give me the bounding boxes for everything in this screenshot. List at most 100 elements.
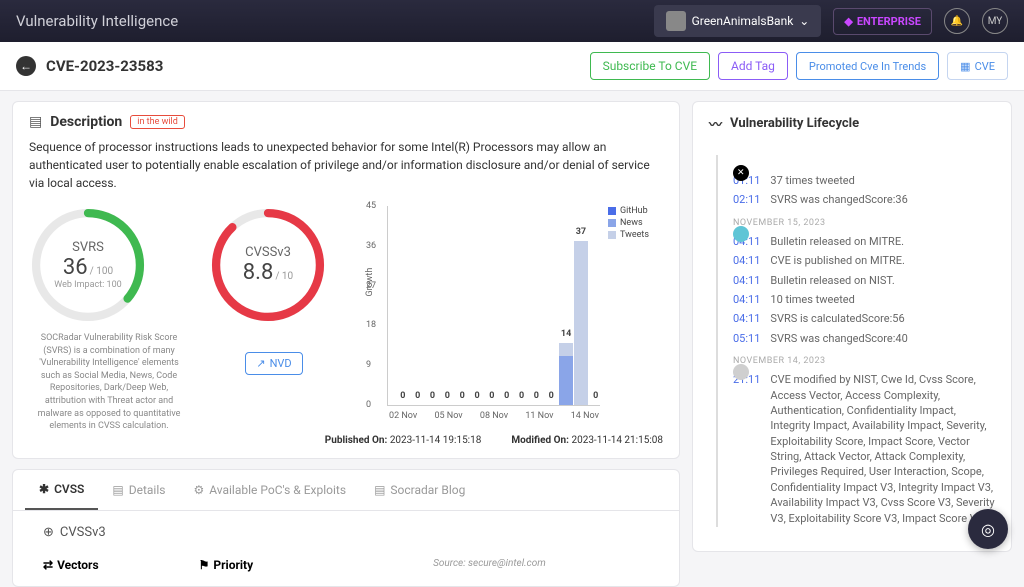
nvd-label: NVD xyxy=(270,357,292,370)
svrs-label: SVRS xyxy=(72,240,104,255)
tab-label: CVSS xyxy=(54,482,84,496)
chart-ytick: 36 xyxy=(366,241,376,251)
in-the-wild-badge: in the wild xyxy=(130,115,185,129)
tab-label: Socradar Blog xyxy=(390,483,465,497)
tab-cvss[interactable]: ✱CVSS xyxy=(25,470,98,510)
chart-bar-value: 0 xyxy=(445,391,450,401)
tab-content-cvss: ⊕ CVSSv3 ⇄ Vectors ⚑ Priority Source: se… xyxy=(13,511,679,586)
chart-bar-value: 0 xyxy=(593,391,598,401)
user-initials: MY xyxy=(988,16,1003,27)
cve-button-label: CVE xyxy=(975,60,995,73)
main: ▤ Description in the wild Sequence of pr… xyxy=(0,91,1024,562)
cve-button[interactable]: ▦ CVE xyxy=(947,52,1008,80)
timeline-time: 04:11 xyxy=(733,292,760,307)
promoted-button[interactable]: Promoted Cve In Trends xyxy=(796,52,939,80)
chart-xtick: 05 Nov xyxy=(434,411,462,421)
dates-row: Published On: 2023-11-14 19:15:18 Modifi… xyxy=(29,435,663,446)
chart-bar-value: 37 xyxy=(576,227,586,237)
chart-bar-value: 0 xyxy=(400,391,405,401)
chart-ytick: 9 xyxy=(366,360,371,370)
modified-date: 2023-11-14 21:15:08 xyxy=(571,435,663,446)
right-column: 〰 Vulnerability Lifecycle ✕01:1137 times… xyxy=(692,101,1012,552)
chart-bar-value: 0 xyxy=(504,391,509,401)
timeline-time: 04:11 xyxy=(733,273,760,288)
published-date: 2023-11-14 19:15:18 xyxy=(390,435,482,446)
org-name: GreenAnimalsBank xyxy=(692,14,794,28)
chart-bar-value: 14 xyxy=(561,329,571,339)
cvss-gauge: CVSSv3 8.8/ 10 xyxy=(209,206,327,324)
table-icon: ▦ xyxy=(960,60,970,73)
chart-bar: 14 xyxy=(559,343,573,405)
timeline-entry: 02:11SVRS was changedScore:36 xyxy=(733,192,995,207)
svrs-gauge: SVRS 36/ 100 Web Impact: 100 xyxy=(29,206,147,324)
timeline-text: SVRS was changedScore:40 xyxy=(770,331,907,346)
description-body: SVRS 36/ 100 Web Impact: 100 SOCRadar Vu… xyxy=(29,206,663,433)
timeline-text: 37 times tweeted xyxy=(770,173,854,188)
timeline-entry: 21:11CVE modified by NIST, Cwe Id, Cvss … xyxy=(733,372,995,527)
cve-id-title: CVE-2023-23583 xyxy=(46,57,163,75)
tabs-row: ✱CVSS ▤ Details ⚙Available PoC's & Exploits… xyxy=(13,470,679,511)
left-column: ▤ Description in the wild Sequence of pr… xyxy=(12,101,680,552)
document-icon: ▤ xyxy=(29,114,42,130)
timeline-time: 02:11 xyxy=(733,192,760,207)
topbar: Vulnerability Intelligence GreenAnimalsB… xyxy=(0,0,1024,42)
page-header: ← CVE-2023-23583 Subscribe To CVE Add Ta… xyxy=(0,42,1024,91)
svrs-value: 36 xyxy=(63,255,88,280)
enterprise-button[interactable]: ◆ ENTERPRISE xyxy=(833,8,932,35)
timeline-time: 21:11 xyxy=(733,372,760,527)
tab-icon: ▤ xyxy=(112,483,123,497)
chart-xtick: 08 Nov xyxy=(480,411,508,421)
timeline-text: SVRS is calculatedScore:56 xyxy=(770,311,904,326)
chart-ytick: 45 xyxy=(366,201,376,211)
cvss-max: / 10 xyxy=(275,271,293,282)
org-selector[interactable]: GreenAnimalsBank ⌄ xyxy=(654,5,822,37)
cvss-value: 8.8 xyxy=(243,260,274,285)
svrs-description: SOCRadar Vulnerability Risk Score (SVRS)… xyxy=(29,332,189,433)
description-header: ▤ Description in the wild xyxy=(29,114,663,130)
timeline-entry: 01:1137 times tweeted xyxy=(733,173,995,188)
legend-item: News xyxy=(608,218,663,228)
description-text: Sequence of processor instructions leads… xyxy=(29,138,663,192)
notifications-button[interactable]: 🔔 xyxy=(944,8,970,34)
timeline-entry: 04:1110 times tweeted xyxy=(733,292,995,307)
timeline-text: Bulletin released on MITRE. xyxy=(770,234,904,249)
svrs-max: / 100 xyxy=(90,266,113,277)
modified-label: Modified On: xyxy=(511,435,569,446)
cvssv3-subtab[interactable]: ⊕ CVSSv3 xyxy=(43,525,649,540)
timeline-time: 04:11 xyxy=(733,253,760,268)
cvss-label: CVSSv3 xyxy=(245,245,291,260)
lifecycle-timeline[interactable]: ✕01:1137 times tweeted02:11SVRS was chan… xyxy=(709,147,995,527)
user-avatar[interactable]: MY xyxy=(982,8,1008,34)
subscribe-button[interactable]: Subscribe To CVE xyxy=(590,52,710,80)
timeline-text: CVE is published on MITRE. xyxy=(770,253,905,268)
timeline-entry: 04:11SVRS is calculatedScore:56 xyxy=(733,311,995,326)
published-label: Published On: xyxy=(325,435,388,446)
header-actions: Subscribe To CVE Add Tag Promoted Cve In… xyxy=(590,52,1008,80)
diamond-icon: ◆ xyxy=(844,15,852,28)
tab-icon: ⚙ xyxy=(193,483,204,497)
chart-bar-value: 0 xyxy=(474,391,479,401)
svrs-sub: Web Impact: 100 xyxy=(54,280,121,290)
tab-socradar-blog[interactable]: ▤Socradar Blog xyxy=(360,470,479,510)
legend-item: Tweets xyxy=(608,230,663,240)
growth-chart: Growth 091827364502 Nov05 Nov08 Nov11 No… xyxy=(359,206,600,433)
back-button[interactable]: ← xyxy=(16,56,36,76)
arrow-left-icon: ← xyxy=(20,59,32,73)
chart-xtick: 02 Nov xyxy=(389,411,417,421)
chart-bar-value: 0 xyxy=(549,391,554,401)
help-fab[interactable]: ◎ xyxy=(968,509,1008,549)
tab-available-poc-s-exploits[interactable]: ⚙Available PoC's & Exploits xyxy=(179,470,360,510)
chart-bar: 37 xyxy=(574,241,588,405)
chart-legend: GitHubNewsTweets xyxy=(608,206,663,433)
description-title: Description xyxy=(50,114,122,130)
lifecycle-card: 〰 Vulnerability Lifecycle ✕01:1137 times… xyxy=(692,101,1012,552)
timeline-text: Bulletin released on NIST. xyxy=(770,273,894,288)
nvd-button[interactable]: ↗ NVD xyxy=(245,352,302,375)
cvssv3-label: CVSSv3 xyxy=(60,525,106,540)
description-card: ▤ Description in the wild Sequence of pr… xyxy=(12,101,680,459)
tab-label: Details xyxy=(129,483,166,497)
add-tag-button[interactable]: Add Tag xyxy=(718,52,788,80)
app-title: Vulnerability Intelligence xyxy=(16,12,178,30)
tab-details[interactable]: ▤ Details xyxy=(98,470,179,510)
timeline-node-icon xyxy=(733,364,749,380)
